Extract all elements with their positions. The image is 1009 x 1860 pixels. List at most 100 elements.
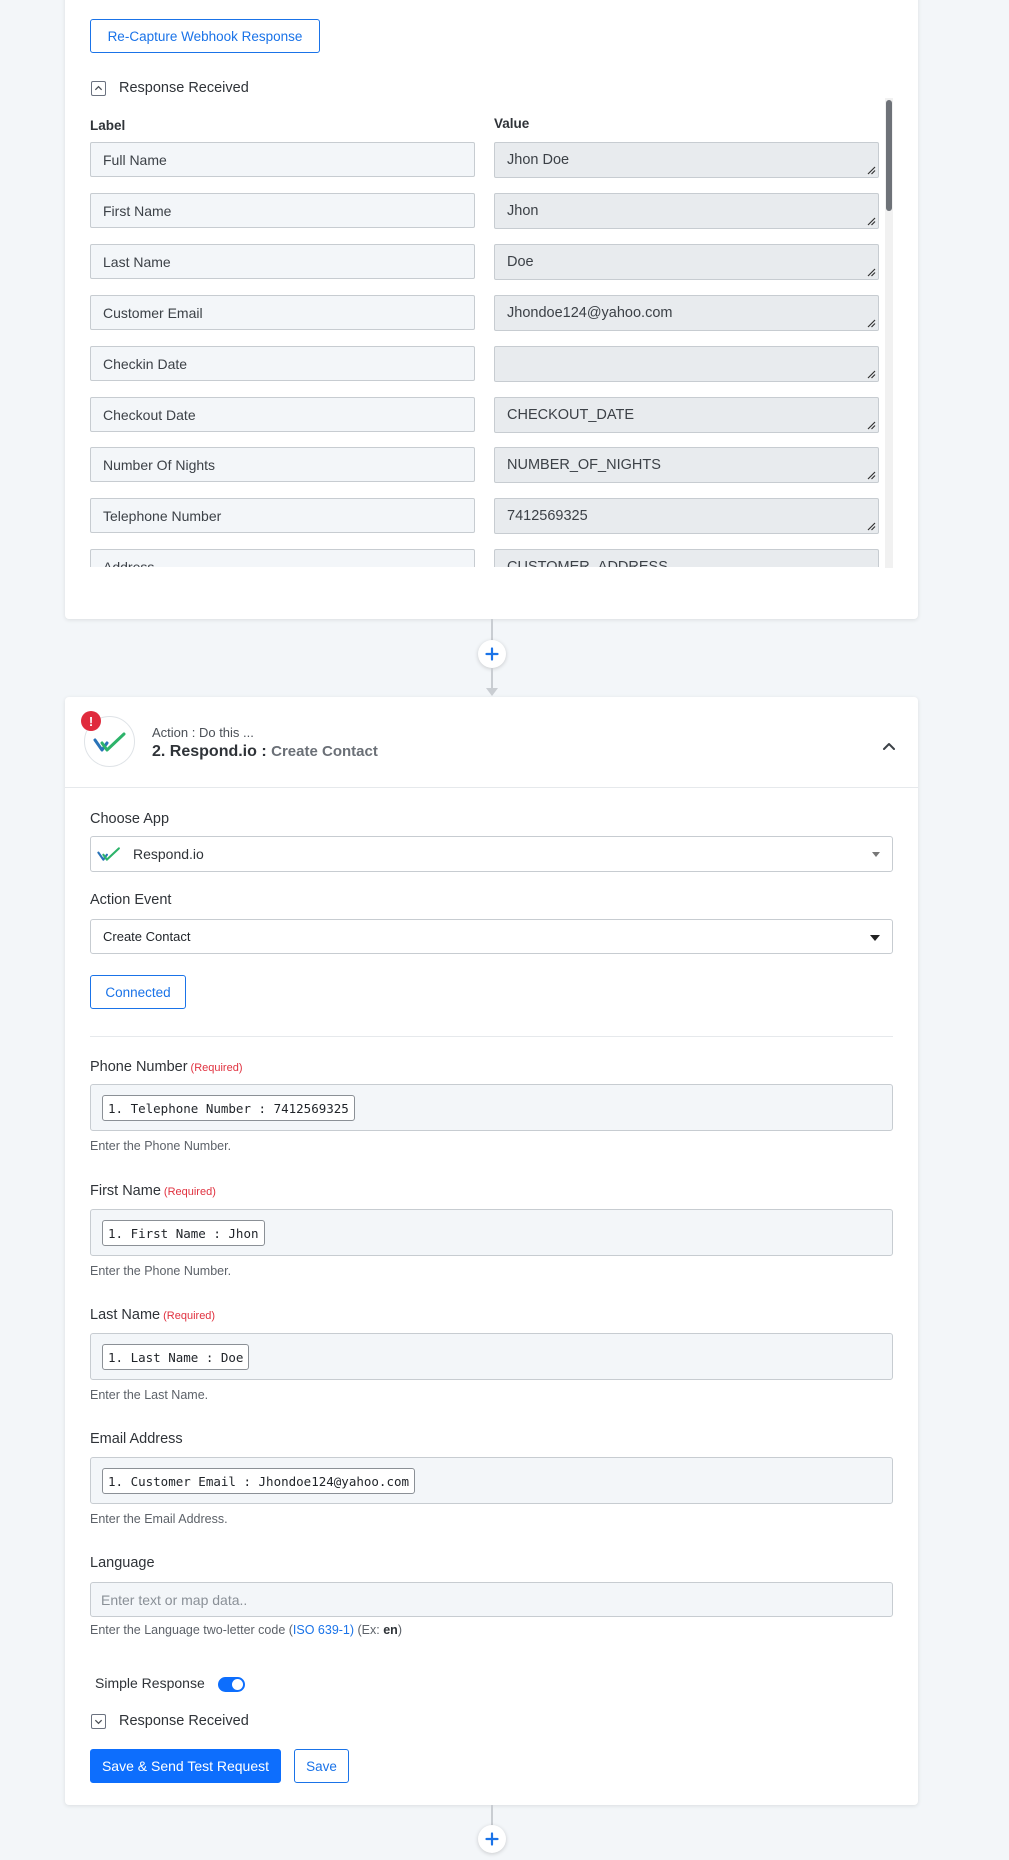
first-name-help: Enter the Phone Number. (90, 1264, 232, 1278)
row-label-field[interactable]: First Name (90, 193, 475, 228)
connected-button[interactable]: Connected (90, 975, 186, 1009)
table-row: Last Name Doe (90, 244, 884, 280)
resize-handle-icon[interactable] (866, 470, 876, 480)
response-received-toggle[interactable] (91, 81, 106, 96)
resize-handle-icon[interactable] (866, 521, 876, 531)
last-name-label: Last Name (Required) (90, 1307, 215, 1323)
plus-icon (485, 1832, 499, 1846)
resize-handle-icon[interactable] (866, 267, 876, 277)
label-column-header: Label (90, 118, 126, 133)
dropdown-caret-icon (870, 934, 880, 941)
row-value-field[interactable]: Jhon Doe (494, 142, 879, 178)
respondio-action-card: ! Action : Do this ... 2. Respond.io : C… (65, 697, 918, 1805)
iso-639-1-link[interactable]: ISO 639-1) (293, 1623, 354, 1637)
row-value-field[interactable]: 7412569325 (494, 498, 879, 534)
resize-handle-icon[interactable] (866, 165, 876, 175)
first-name-label: First Name (Required) (90, 1183, 216, 1199)
mapped-data-chip[interactable]: 1. Customer Email : Jhondoe124@yahoo.com (102, 1468, 416, 1494)
row-label-field[interactable]: Checkout Date (90, 397, 475, 432)
choose-app-select[interactable]: Respond.io (90, 836, 893, 872)
add-step-button[interactable] (478, 640, 506, 668)
row-value-field[interactable]: Jhon (494, 193, 879, 229)
response-rows-viewport: Full Name Jhon Doe First Name Jhon Last … (90, 142, 884, 567)
resize-handle-icon[interactable] (866, 369, 876, 379)
action-event-select[interactable]: Create Contact (90, 919, 893, 954)
choose-app-label: Choose App (90, 811, 170, 827)
chevron-up-icon[interactable] (882, 741, 896, 751)
resize-handle-icon[interactable] (866, 420, 876, 430)
table-row: First Name Jhon (90, 193, 884, 229)
error-badge: ! (81, 711, 101, 731)
row-value-field[interactable]: Doe (494, 244, 879, 280)
last-name-help: Enter the Last Name. (90, 1388, 209, 1402)
required-tag: (Required) (163, 1186, 216, 1198)
table-row: Address CUSTOMER_ADDRESS (90, 549, 884, 567)
row-value-text: Jhon Doe (507, 152, 570, 168)
row-value-text: NUMBER_OF_NIGHTS (507, 457, 661, 473)
row-label-field[interactable]: Customer Email (90, 295, 475, 330)
row-label-field[interactable]: Address (90, 549, 475, 567)
resize-handle-icon[interactable] (866, 318, 876, 328)
last-name-label-text: Last Name (90, 1307, 161, 1323)
respondio-logo-icon (93, 732, 125, 751)
phone-number-field[interactable]: 1. Telephone Number : 7412569325 (90, 1084, 893, 1131)
webhook-response-card: Re-Capture Webhook Response Response Rec… (65, 0, 918, 619)
row-value-text: Jhondoe124@yahoo.com (507, 305, 673, 321)
language-help-prefix: Enter the Language two-letter code ( (90, 1623, 293, 1637)
row-value-field[interactable]: CHECKOUT_DATE (494, 397, 879, 433)
respondio-logo-icon (97, 847, 120, 861)
row-value-text: CHECKOUT_DATE (507, 407, 635, 423)
response-received-toggle[interactable] (91, 1714, 106, 1729)
table-row: Customer Email Jhondoe124@yahoo.com (90, 295, 884, 331)
language-placeholder: Enter text or map data.. (101, 1591, 248, 1608)
recapture-webhook-button[interactable]: Re-Capture Webhook Response (90, 19, 320, 53)
connector-line (491, 668, 493, 690)
action-event-value: Create Contact (103, 929, 191, 944)
row-label-field[interactable]: Telephone Number (90, 498, 475, 533)
save-and-send-test-button[interactable]: Save & Send Test Request (90, 1749, 281, 1783)
mapped-data-chip[interactable]: 1. Last Name : Doe (102, 1344, 250, 1370)
row-value-field[interactable]: CUSTOMER_ADDRESS (494, 549, 879, 567)
response-scrollbar-thumb[interactable] (886, 100, 892, 211)
row-value-field[interactable]: Jhondoe124@yahoo.com (494, 295, 879, 331)
row-value-text: Jhon (507, 203, 539, 219)
dropdown-caret-icon (872, 852, 880, 857)
toggle-knob (232, 1679, 243, 1690)
step-title: 2. Respond.io : Create Contact (152, 743, 378, 761)
required-tag: (Required) (163, 1310, 216, 1322)
required-tag: (Required) (190, 1062, 243, 1074)
row-label-field[interactable]: Full Name (90, 142, 475, 177)
email-address-label: Email Address (90, 1431, 183, 1447)
row-value-field[interactable]: NUMBER_OF_NIGHTS (494, 447, 879, 483)
simple-response-toggle[interactable] (218, 1677, 245, 1692)
row-label-field[interactable]: Last Name (90, 244, 475, 279)
add-step-button[interactable] (478, 1825, 506, 1853)
last-name-field[interactable]: 1. Last Name : Doe (90, 1333, 893, 1380)
mapped-data-chip[interactable]: 1. Telephone Number : 7412569325 (102, 1095, 355, 1121)
step-action-name: Create Contact (271, 743, 378, 760)
row-label-field[interactable]: Checkin Date (90, 346, 475, 381)
step-subtitle: Action : Do this ... (152, 725, 254, 740)
arrow-down-icon (486, 688, 498, 696)
header-divider (65, 787, 918, 788)
email-address-help: Enter the Email Address. (90, 1512, 228, 1526)
language-label: Language (90, 1555, 155, 1571)
step-title-app: 2. Respond.io : (152, 743, 267, 760)
table-row: Number Of Nights NUMBER_OF_NIGHTS (90, 447, 884, 483)
phone-number-label: Phone Number (Required) (90, 1059, 243, 1075)
resize-handle-icon[interactable] (866, 216, 876, 226)
row-value-field[interactable] (494, 346, 879, 382)
first-name-field[interactable]: 1. First Name : Jhon (90, 1209, 893, 1256)
table-row: Full Name Jhon Doe (90, 142, 884, 178)
email-address-field[interactable]: 1. Customer Email : Jhondoe124@yahoo.com (90, 1457, 893, 1504)
row-label-field[interactable]: Number Of Nights (90, 447, 475, 482)
mapped-data-chip[interactable]: 1. First Name : Jhon (102, 1220, 265, 1246)
language-input[interactable]: Enter text or map data.. (90, 1582, 893, 1617)
language-help-mid: (Ex: (354, 1623, 384, 1637)
phone-number-label-text: Phone Number (90, 1059, 188, 1075)
save-button[interactable]: Save (294, 1749, 349, 1783)
language-help: Enter the Language two-letter code (ISO … (90, 1623, 402, 1637)
table-row: Checkin Date (90, 346, 884, 382)
chevron-up-icon (94, 85, 103, 91)
language-help-example: en (383, 1623, 398, 1637)
